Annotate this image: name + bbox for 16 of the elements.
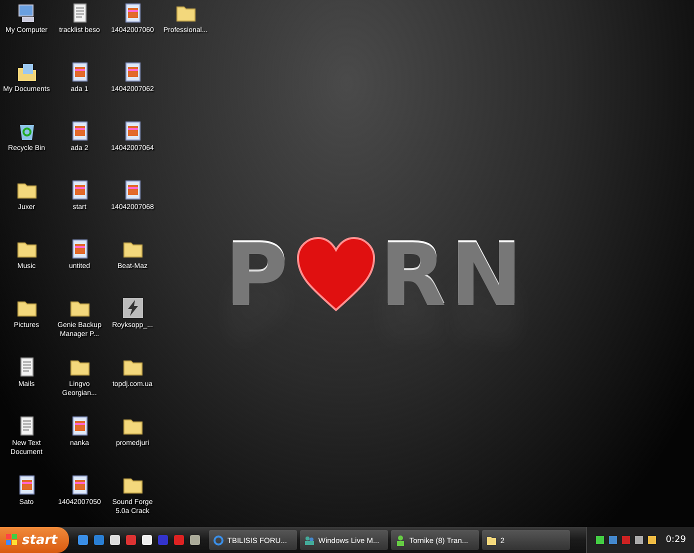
- lightning-app-icon: [122, 297, 144, 319]
- tray-icon[interactable]: [634, 535, 644, 545]
- clock: 0:29: [666, 535, 686, 545]
- tray-icon[interactable]: [646, 535, 657, 545]
- heart-icon: [296, 236, 376, 312]
- people-icon: [304, 534, 316, 546]
- browser-icon: [213, 534, 224, 546]
- documents-folder-icon: [16, 61, 38, 83]
- windows-logo-icon: [6, 534, 18, 546]
- quick-launch-icon[interactable]: [109, 534, 122, 546]
- folder-icon: [486, 534, 498, 546]
- quick-launch-icon[interactable]: [189, 534, 202, 546]
- person-icon: [395, 534, 406, 546]
- tray-icon[interactable]: [608, 535, 618, 545]
- quick-launch-icon[interactable]: [141, 534, 154, 546]
- tray-icon[interactable]: [594, 535, 605, 545]
